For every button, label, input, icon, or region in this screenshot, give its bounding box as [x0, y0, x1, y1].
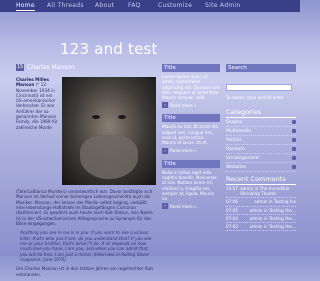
- search-input[interactable]: [226, 84, 292, 91]
- post-body: (Tate/LaBianca Murders) verantwortlich w…: [16, 185, 156, 281]
- tab-customize[interactable]: Customize: [158, 2, 192, 9]
- recent-comment-time: 07:03: [226, 224, 239, 230]
- read-more-label: Read more »: [170, 203, 197, 209]
- middle-section-head: Title: [162, 64, 220, 72]
- top-navigation: Home All Threads About FAQ Customize Sit…: [0, 0, 300, 12]
- category-item[interactable]: Graphs: [226, 118, 296, 127]
- search-head: Search: [226, 64, 296, 72]
- post-intro: Charles Milles Manson (* 12. November 19…: [16, 77, 60, 130]
- middle-section-head: Title: [162, 159, 220, 168]
- tab-home[interactable]: Home: [16, 2, 35, 11]
- recent-comment-item[interactable]: 13:57 admin in The Incredible Shrinking T…: [226, 185, 296, 199]
- recent-comment-time: 07:06: [226, 199, 239, 205]
- photo-eye-right: [118, 115, 126, 119]
- post-body-text: (Tate/LaBianca Murders) verantwortlich w…: [16, 189, 153, 226]
- categories-head: Categories: [226, 108, 296, 118]
- arrow-right-icon: ›: [162, 203, 168, 210]
- recent-comment-text[interactable]: admin in Testing the...: [249, 224, 296, 229]
- middle-section: Title Lorem ipsum dolor sit amet, consec…: [162, 64, 220, 109]
- tab-about[interactable]: About: [95, 2, 114, 9]
- recent-comment-text[interactable]: admin in Testing Ins: [254, 199, 296, 204]
- photo-eye-left: [92, 115, 100, 119]
- post-quote: Anything you see in me is in you. If you…: [20, 230, 152, 262]
- category-item[interactable]: Multimedia: [226, 127, 296, 136]
- read-more-label: Read more »: [170, 148, 197, 154]
- read-more-link[interactable]: › Read more »: [162, 102, 220, 109]
- site-title[interactable]: 123 and test: [60, 40, 158, 58]
- category-label: Graphs: [226, 119, 243, 125]
- arrow-right-icon: ›: [162, 147, 168, 154]
- post-title[interactable]: Charles Manson: [27, 64, 75, 71]
- middle-section: Title Nulla in tellus eget odio sagittis…: [162, 159, 220, 210]
- middle-section-text: Mauris eu nisi. Et amet dis, aliquet nec…: [162, 124, 219, 146]
- post-date-badge: 15: [16, 64, 24, 71]
- recent-comment-text[interactable]: admin in The Incredible Shrinking Thumb: [240, 186, 296, 196]
- recent-comment-item[interactable]: 07:06 admin in Testing Ins: [226, 198, 296, 207]
- recent-comment-item[interactable]: 07:03 admin in Testing the...: [226, 223, 296, 232]
- category-label: Politics: [226, 137, 242, 143]
- search-hint: To search, type and hit enter: [226, 95, 284, 100]
- category-label: Random: [226, 146, 245, 152]
- feed-icon[interactable]: [292, 156, 296, 160]
- middle-section: Title Mauris eu nisi. Et amet dis, aliqu…: [162, 114, 220, 154]
- feed-icon[interactable]: [292, 138, 296, 142]
- arrow-right-icon: ›: [162, 102, 168, 109]
- read-more-link[interactable]: › Read more »: [162, 203, 220, 210]
- tab-all-threads[interactable]: All Threads: [47, 2, 84, 9]
- tab-site-admin[interactable]: Site Admin: [205, 2, 241, 9]
- feed-icon[interactable]: [292, 165, 296, 169]
- category-item[interactable]: Random: [226, 145, 296, 154]
- photo-beard: [80, 135, 138, 179]
- read-more-label: Read more »: [170, 102, 197, 108]
- category-item[interactable]: Politics: [226, 136, 296, 145]
- category-item[interactable]: Websites: [226, 163, 296, 172]
- feed-icon[interactable]: [292, 120, 296, 124]
- recent-comment-time: 07:05: [226, 207, 239, 213]
- recent-comment-time: 07:04: [226, 215, 239, 221]
- post-intro-text: (* 12. November 1934 in Cincinnati) ist …: [16, 82, 58, 130]
- middle-section-head: Title: [162, 114, 220, 123]
- recent-comment-text[interactable]: admin in Testing the...: [249, 208, 296, 213]
- category-label: Uncategorized: [226, 155, 259, 161]
- read-more-link[interactable]: › Read more »: [162, 147, 220, 154]
- category-label: Multimedia: [226, 128, 252, 134]
- middle-section-text: Lorem ipsum dolor sit amet, consectetur …: [162, 74, 220, 101]
- recent-comment-text[interactable]: admin in Testing the...: [249, 216, 296, 221]
- category-item[interactable]: Uncategorized: [226, 154, 296, 163]
- right-sidebar: Search To search, type and hit enter Cat…: [226, 64, 296, 232]
- recent-comments-head: Recent Comments: [226, 176, 296, 185]
- recent-comment-time: 13:57: [226, 186, 239, 191]
- recent-comment-item[interactable]: 07:04 admin in Testing the...: [226, 215, 296, 224]
- middle-column: Title Lorem ipsum dolor sit amet, consec…: [162, 64, 220, 215]
- recent-comment-item[interactable]: 07:05 admin in Testing the...: [226, 207, 296, 215]
- post-photo: [62, 77, 156, 185]
- middle-section-text: Nulla in tellus eget odio sagittis bland…: [162, 169, 217, 202]
- tab-faq[interactable]: FAQ: [128, 2, 141, 9]
- post-footer-text: Um Charles Manson ist in den letzten Jah…: [16, 266, 154, 277]
- category-label: Websites: [226, 164, 247, 170]
- feed-icon[interactable]: [292, 129, 296, 133]
- feed-icon[interactable]: [292, 147, 296, 151]
